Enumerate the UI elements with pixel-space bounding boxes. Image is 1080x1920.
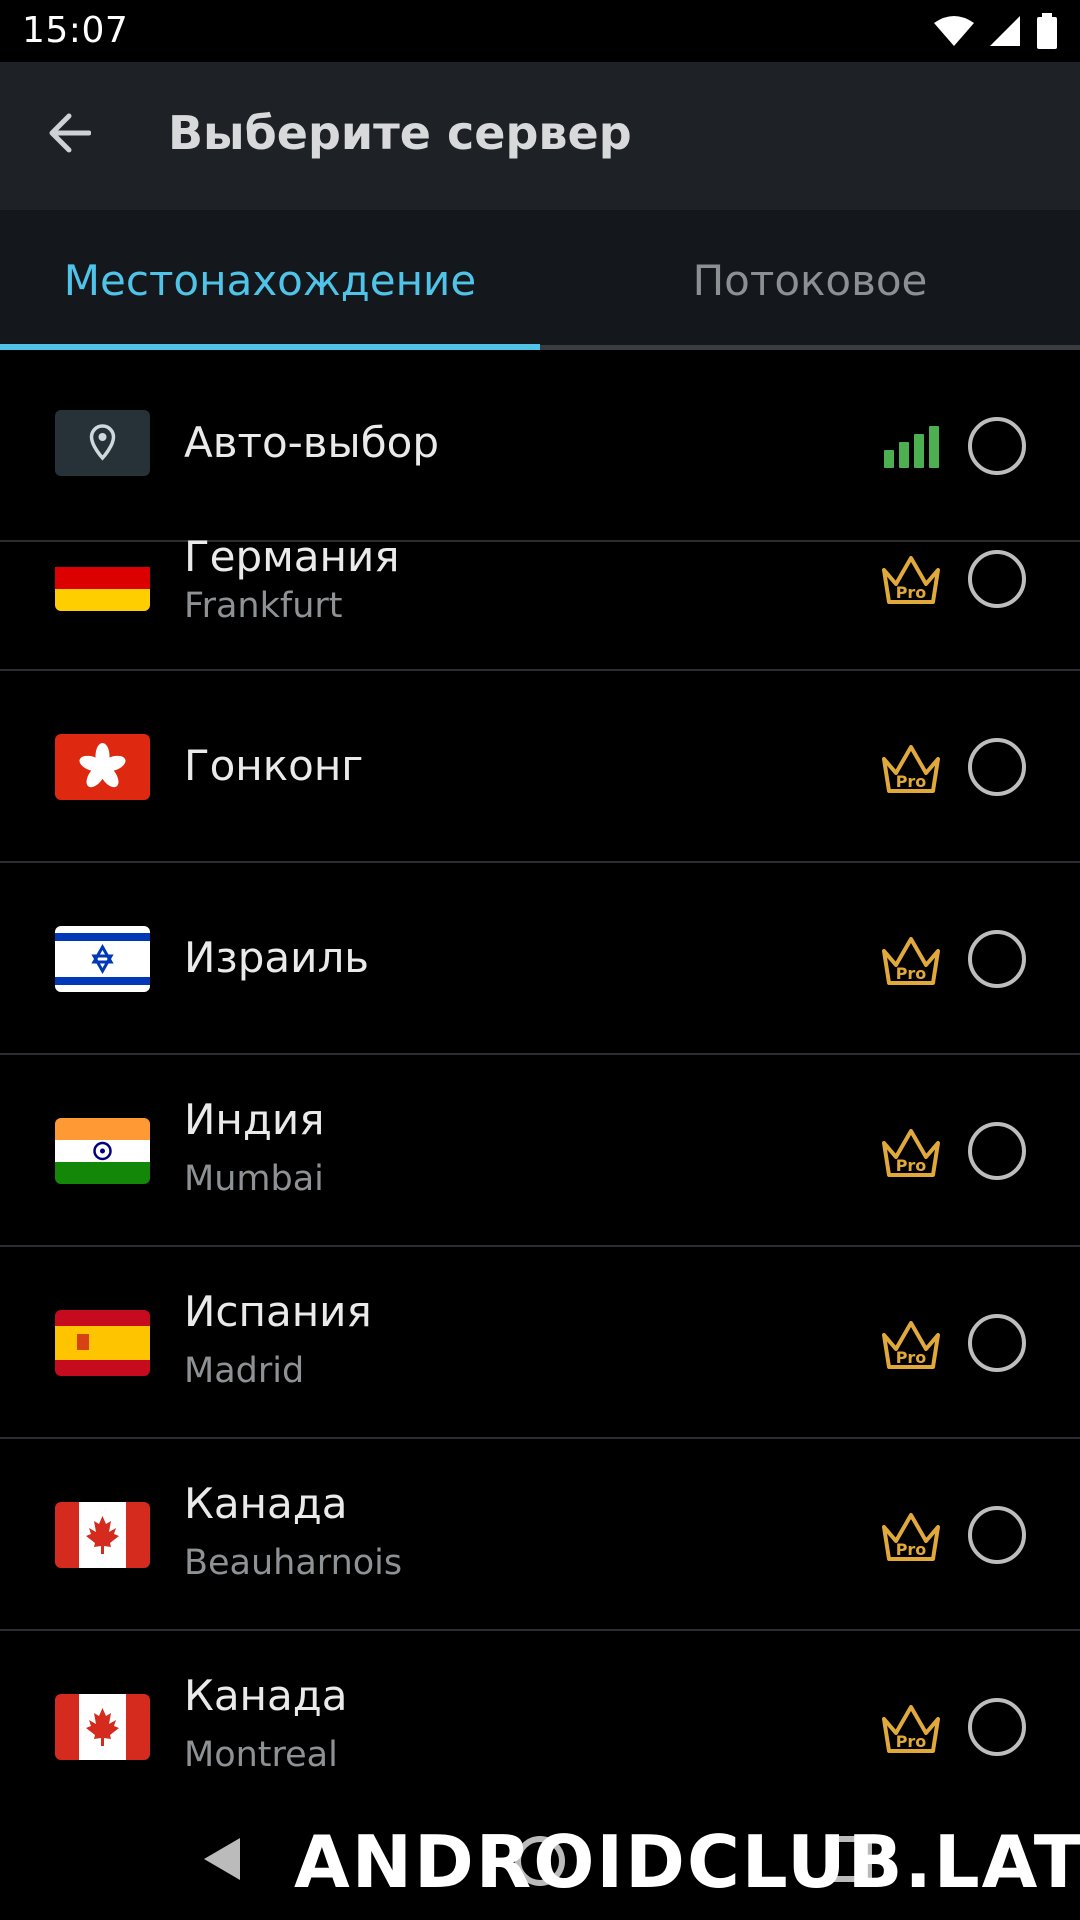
radio-server[interactable]	[968, 930, 1026, 988]
radio-auto-select[interactable]	[968, 417, 1026, 475]
list-item-server[interactable]: Индия Mumbai Pro	[0, 1055, 1080, 1247]
pro-crown-icon: Pro	[882, 556, 940, 604]
svg-text:Pro: Pro	[896, 964, 927, 983]
battery-icon	[1037, 13, 1057, 49]
list-item-auto-select[interactable]: Авто-выбор	[0, 350, 1080, 542]
tab-location[interactable]: Местонахождение	[0, 210, 540, 350]
server-city: Mumbai	[184, 1159, 324, 1199]
list-item-server[interactable]: Испания Madrid Pro	[0, 1247, 1080, 1439]
page-title: Выберите сервер	[168, 106, 632, 160]
radio-server[interactable]	[968, 1506, 1026, 1564]
server-country: Гонконг	[184, 741, 364, 790]
canada-flag-icon	[55, 1502, 150, 1568]
server-country: Канада	[184, 1671, 348, 1720]
svg-text:Pro: Pro	[896, 1732, 927, 1751]
app-bar: Выберите сервер	[0, 62, 1080, 210]
spain-flag-icon	[55, 1310, 150, 1376]
signal-strength-icon	[884, 424, 940, 468]
status-time: 15:07	[22, 10, 129, 51]
server-city: Frankfurt	[184, 586, 343, 626]
canada-flag-icon	[55, 1694, 150, 1760]
server-country: Индия	[184, 1095, 325, 1144]
server-city: Montreal	[184, 1735, 338, 1775]
location-pin-icon	[55, 410, 150, 476]
server-list[interactable]: Авто-выбор Германия Frankfurt Pro Гонкон…	[0, 350, 1080, 1800]
cell-signal-icon	[990, 16, 1020, 46]
watermark: ANDROIDCLUB.LAT	[294, 1820, 1080, 1904]
pro-crown-icon: Pro	[882, 745, 940, 793]
radio-server[interactable]	[968, 1698, 1026, 1756]
list-item-server[interactable]: Гонконг Pro	[0, 671, 1080, 863]
pro-crown-icon: Pro	[882, 937, 940, 985]
status-bar: 15:07	[0, 0, 1080, 62]
nav-back-icon[interactable]	[200, 1834, 244, 1884]
hong-kong-flag-icon	[55, 734, 150, 800]
server-city: Madrid	[184, 1351, 305, 1391]
back-button[interactable]	[38, 102, 100, 164]
tab-streaming[interactable]: Потоковое	[540, 210, 1080, 350]
radio-server[interactable]	[968, 738, 1026, 796]
radio-server[interactable]	[968, 1122, 1026, 1180]
india-flag-icon	[55, 1118, 150, 1184]
list-item-server[interactable]: Канада Montreal Pro	[0, 1631, 1080, 1800]
list-item-server[interactable]: Канада Beauharnois Pro	[0, 1439, 1080, 1631]
wifi-icon	[934, 16, 974, 46]
server-country: Израиль	[184, 933, 370, 982]
pro-crown-icon: Pro	[882, 1129, 940, 1177]
list-item-server[interactable]: Израиль Pro	[0, 863, 1080, 1055]
svg-text:Pro: Pro	[896, 1156, 927, 1175]
server-city: Beauharnois	[184, 1543, 403, 1583]
svg-text:Pro: Pro	[896, 583, 927, 602]
germany-flag-icon	[55, 545, 150, 611]
svg-text:Pro: Pro	[896, 1348, 927, 1367]
server-country: Канада	[184, 1479, 348, 1528]
auto-select-label: Авто-выбор	[184, 418, 439, 467]
radio-server[interactable]	[968, 1314, 1026, 1372]
svg-text:Pro: Pro	[896, 1540, 927, 1559]
israel-flag-icon	[55, 926, 150, 992]
server-country: Германия	[184, 532, 400, 581]
radio-server[interactable]	[968, 550, 1026, 608]
pro-crown-icon: Pro	[882, 1513, 940, 1561]
svg-text:Pro: Pro	[896, 772, 927, 791]
tab-bar: Местонахождение Потоковое	[0, 210, 1080, 350]
arrow-back-icon	[49, 113, 91, 153]
list-item-server[interactable]: Германия Frankfurt Pro	[0, 532, 1080, 671]
pro-crown-icon: Pro	[882, 1705, 940, 1753]
server-country: Испания	[184, 1287, 372, 1336]
pro-crown-icon: Pro	[882, 1321, 940, 1369]
